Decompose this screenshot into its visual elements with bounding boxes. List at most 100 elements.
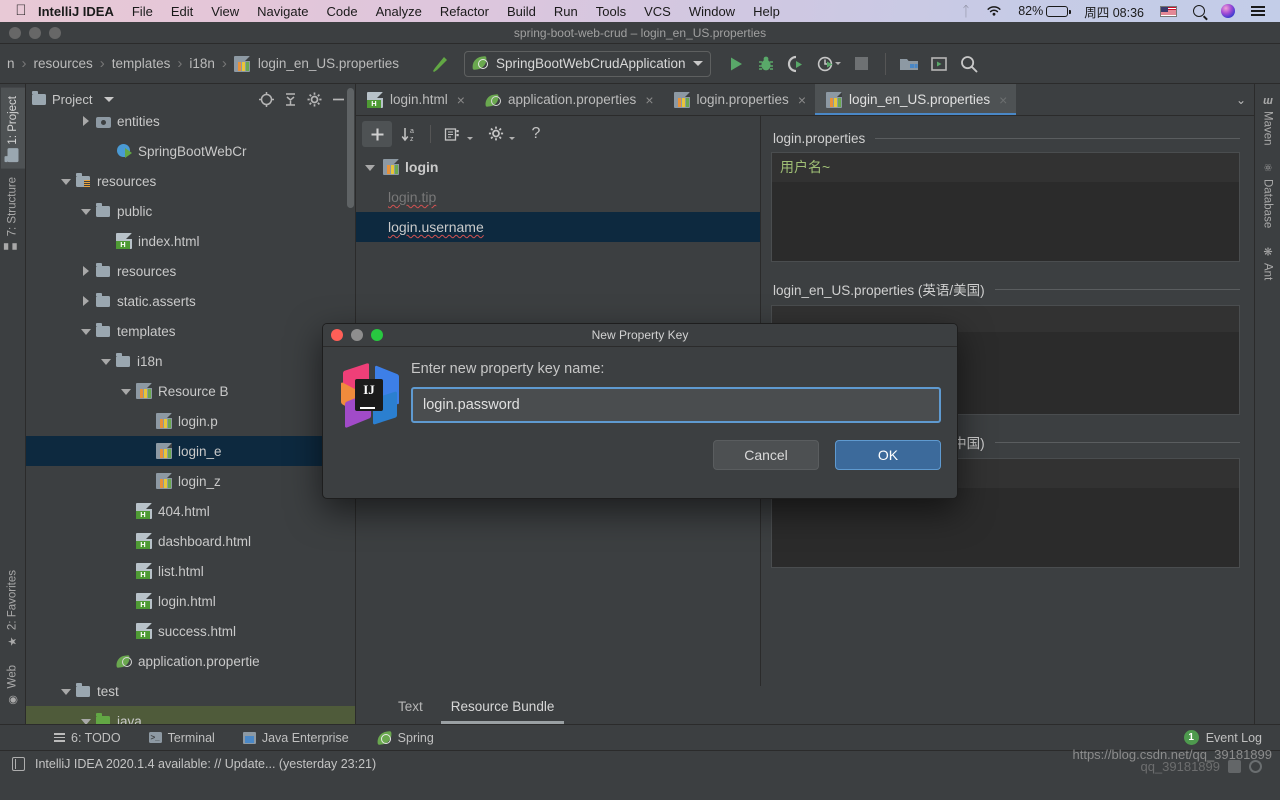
menu-item-intellij-idea[interactable]: IntelliJ IDEA [34,4,123,19]
tool-window-spring[interactable]: Spring [363,730,448,745]
tool-window-java-enterprise[interactable]: Java Enterprise [229,731,363,745]
menu-item-file[interactable]: File [123,4,162,19]
editor-tab[interactable]: login.properties × [663,84,816,115]
tree-row[interactable]: resources [26,256,355,286]
tree-row[interactable]: login_e [26,436,355,466]
tree-row[interactable]: list.html [26,556,355,586]
chevron-down-icon[interactable] [80,205,93,218]
close-tab-icon[interactable]: × [798,93,806,107]
menu-item-window[interactable]: Window [680,4,744,19]
tree-row[interactable]: login.p [26,406,355,436]
chevron-down-icon[interactable] [60,685,73,698]
sidebar-item-maven[interactable]: m Maven [1257,88,1279,153]
apple-menu-icon[interactable]:  [8,3,34,20]
tree-row[interactable]: 404.html [26,496,355,526]
chevron-right-icon[interactable] [80,295,93,308]
project-tree[interactable]: entities SpringBootWebCr resources public in… [26,106,355,724]
menu-item-edit[interactable]: Edit [162,4,202,19]
run-with-coverage-button[interactable] [781,49,811,79]
resource-bundle-value-editor[interactable]: 用户名~ [771,152,1240,262]
breadcrumb-item-i18n[interactable]: i18n [186,56,218,71]
menu-item-navigate[interactable]: Navigate [248,4,317,19]
tree-row[interactable]: application.propertie [26,646,355,676]
tree-row[interactable]: dashboard.html [26,526,355,556]
cancel-button[interactable]: Cancel [713,440,819,470]
clock-datetime[interactable]: 周四 08:36 [1077,2,1151,21]
us-flag-icon[interactable] [1153,5,1184,17]
tree-row[interactable]: java [26,706,355,724]
tree-row[interactable]: templates [26,316,355,346]
tool-window-event-log[interactable]: 1 Event Log [1183,730,1280,745]
menu-item-help[interactable]: Help [744,4,789,19]
tree-row[interactable]: entities [26,106,355,136]
updates-button[interactable] [924,49,954,79]
run-configuration-selector[interactable]: SpringBootWebCrudApplication [463,50,711,77]
menu-item-refactor[interactable]: Refactor [431,4,498,19]
breadcrumb-item-file[interactable]: login_en_US.properties [231,55,402,72]
close-tab-icon[interactable]: × [457,93,465,107]
breadcrumb-item-root[interactable]: n [4,56,18,71]
sidebar-item-structure[interactable]: ▘▘ 7: Structure [1,169,24,266]
menu-item-code[interactable]: Code [317,4,366,19]
sidebar-item-ant[interactable]: ❋ Ant [1256,237,1279,288]
siri-icon[interactable] [1214,4,1242,18]
tree-row[interactable]: login.html [26,586,355,616]
tool-window-todo[interactable]: 6: TODO [40,731,135,745]
chevron-right-icon[interactable] [80,115,93,128]
editor-bottom-tab[interactable]: Text [384,699,437,724]
close-window-button[interactable] [9,26,21,39]
editor-tab-list-chevron-down-icon[interactable]: ⌄ [1228,84,1254,115]
sidebar-item-web[interactable]: ◉ Web [1,657,24,714]
breadcrumb-item-templates[interactable]: templates [109,56,174,71]
editor-bottom-tab[interactable]: Resource Bundle [437,699,569,724]
control-center-icon[interactable] [1244,6,1272,16]
group-by-prefix-button[interactable] [437,121,467,147]
tree-row[interactable]: static.asserts [26,286,355,316]
tree-row[interactable]: login_z [26,466,355,496]
menu-item-view[interactable]: View [202,4,248,19]
help-button[interactable]: ? [521,121,551,147]
stop-button[interactable] [847,49,877,79]
battery-indicator[interactable]: 82% [1011,4,1075,18]
chevron-down-icon[interactable] [467,136,473,140]
tree-row[interactable]: success.html [26,616,355,646]
property-key-input[interactable] [411,387,941,423]
editor-tab[interactable]: application.properties × [474,84,663,115]
chevron-right-icon[interactable] [80,265,93,278]
tool-window-terminal[interactable]: >_ Terminal [135,731,229,745]
menu-item-vcs[interactable]: VCS [635,4,680,19]
chevron-down-icon[interactable] [80,325,93,338]
tree-row[interactable]: public [26,196,355,226]
chevron-down-icon[interactable] [509,136,515,140]
tree-row[interactable]: SpringBootWebCr [26,136,355,166]
build-hammer-icon[interactable] [424,49,454,79]
chevron-down-icon[interactable] [834,62,841,65]
tree-row[interactable]: index.html [26,226,355,256]
maximize-window-button[interactable] [49,26,61,39]
sidebar-item-project[interactable]: 1: Project [0,88,25,169]
search-everywhere-button[interactable] [954,49,984,79]
menu-item-run[interactable]: Run [545,4,587,19]
close-tab-icon[interactable]: × [645,93,653,107]
sidebar-item-favorites[interactable]: ★ 2: Favorites [1,562,24,656]
window-traffic-lights[interactable] [0,26,61,39]
menu-item-analyze[interactable]: Analyze [367,4,431,19]
editor-tab[interactable]: login_en_US.properties × [815,84,1017,115]
menu-item-build[interactable]: Build [498,4,545,19]
debug-button[interactable] [751,49,781,79]
tree-row[interactable]: i18n [26,346,355,376]
tree-row[interactable]: Resource B [26,376,355,406]
menu-item-tools[interactable]: Tools [587,4,635,19]
chevron-down-icon[interactable] [60,175,73,188]
sort-az-button[interactable]: az [394,121,424,147]
add-property-button[interactable] [362,121,392,147]
run-button[interactable] [721,49,751,79]
chevron-down-icon[interactable] [364,161,377,174]
close-tab-icon[interactable]: × [999,93,1007,107]
ok-button[interactable]: OK [835,440,941,470]
editor-tab[interactable]: login.html × [356,84,474,115]
resource-bundle-key-row[interactable]: login.tip [356,182,760,212]
tree-row[interactable]: test [26,676,355,706]
search-icon[interactable] [1186,5,1212,17]
breadcrumb-item-resources[interactable]: resources [31,56,96,71]
